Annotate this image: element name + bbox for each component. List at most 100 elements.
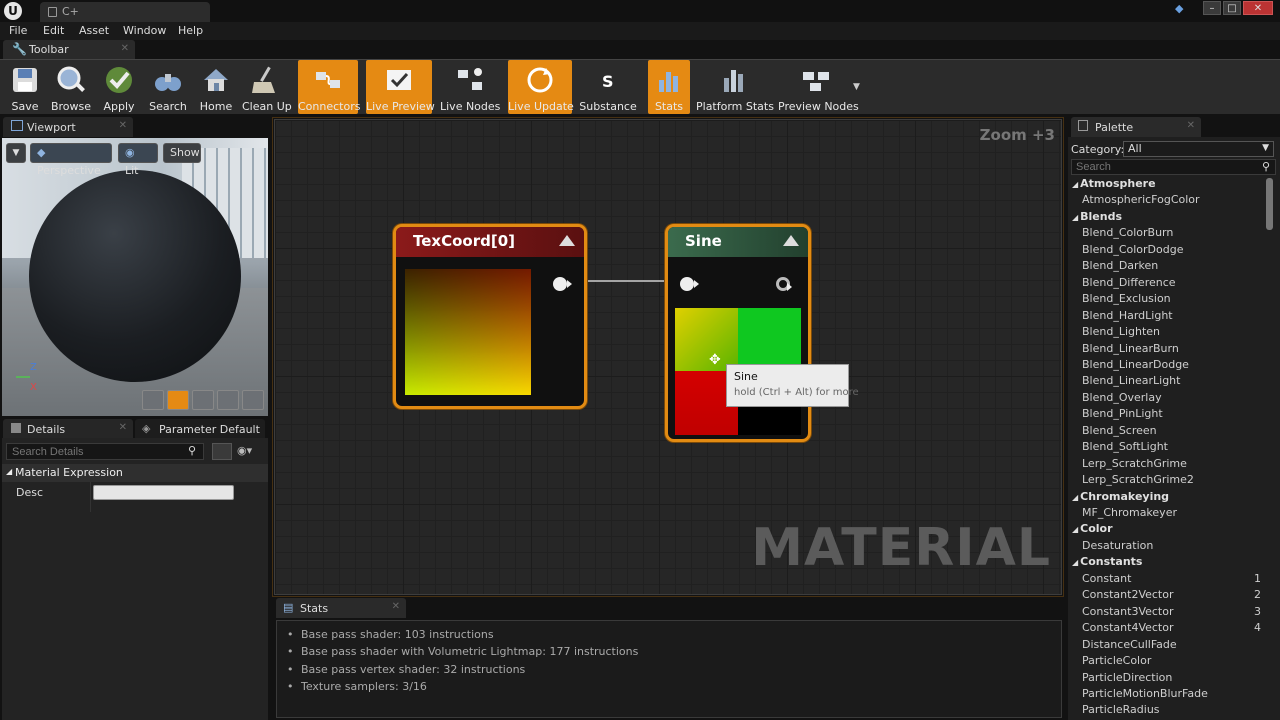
palette-item[interactable]: Lerp_ScratchGrime <box>1082 457 1262 470</box>
preview-mesh-icon[interactable] <box>242 390 264 410</box>
palette-item[interactable]: Blend_Difference <box>1082 276 1262 289</box>
document-tab[interactable]: C+ <box>40 2 210 22</box>
palette-item[interactable]: ParticleDirection <box>1082 671 1262 684</box>
clean-up-button[interactable]: Clean Up <box>242 60 292 114</box>
search-details-input[interactable] <box>6 443 204 460</box>
tab-close-icon[interactable]: ✕ <box>121 43 129 54</box>
sine-node[interactable]: Sine <box>665 224 811 442</box>
sine-input-pin[interactable] <box>680 277 699 291</box>
browse-button[interactable]: Browse <box>49 60 93 114</box>
live-preview-button[interactable]: Live Preview <box>366 60 435 114</box>
sine-output-pin[interactable] <box>776 277 792 291</box>
palette-tab[interactable]: Palette ✕ <box>1071 117 1201 137</box>
menu-help[interactable]: Help <box>178 24 203 37</box>
palette-category[interactable]: ◢ Blends <box>1072 210 1122 223</box>
palette-item[interactable]: Lerp_ScratchGrime2 <box>1082 473 1262 486</box>
palette-item[interactable]: Constant4Vector <box>1082 621 1262 634</box>
unreal-logo-icon[interactable]: U <box>4 2 22 20</box>
notification-icon[interactable]: ◆ <box>1175 2 1189 15</box>
palette-search-input[interactable] <box>1071 159 1276 175</box>
collapse-triangle-icon[interactable] <box>559 235 575 246</box>
palette-item[interactable]: Constant <box>1082 572 1262 585</box>
preview-sphere-icon[interactable] <box>167 390 189 410</box>
connectors-button[interactable]: Connectors <box>298 60 360 114</box>
desc-input[interactable] <box>93 485 234 500</box>
live-nodes-button[interactable]: Live Nodes <box>440 60 500 114</box>
palette-item[interactable]: Blend_ColorBurn <box>1082 226 1262 239</box>
menu-window[interactable]: Window <box>123 24 166 37</box>
menu-asset[interactable]: Asset <box>79 24 109 37</box>
texcoord-node-header[interactable]: TexCoord[0] <box>396 227 584 257</box>
stats-tab[interactable]: ▤ Stats ✕ <box>276 598 406 618</box>
palette-item[interactable]: Blend_SoftLight <box>1082 440 1262 453</box>
preview-cube-icon[interactable] <box>217 390 239 410</box>
palette-item[interactable]: Desaturation <box>1082 539 1262 552</box>
material-expression-section[interactable]: ◢ Material Expression <box>2 464 268 482</box>
sine-node-header[interactable]: Sine <box>668 227 808 257</box>
apply-button[interactable]: Apply <box>97 60 141 114</box>
stats-button[interactable]: Stats <box>648 60 690 114</box>
viewport-options-icon[interactable]: ▼ <box>6 143 26 163</box>
palette-category[interactable]: ◢ Color <box>1072 522 1113 535</box>
palette-category[interactable]: ◢ Constants <box>1072 555 1142 568</box>
texcoord-node[interactable]: TexCoord[0] <box>393 224 587 409</box>
details-tab[interactable]: Details ✕ <box>3 419 133 439</box>
palette-item[interactable]: Blend_Exclusion <box>1082 292 1262 305</box>
home-button[interactable]: Home <box>194 60 238 114</box>
palette-category[interactable]: ◢ Chromakeying <box>1072 490 1169 503</box>
tab-close-icon[interactable]: ✕ <box>119 120 127 131</box>
palette-item[interactable]: Blend_HardLight <box>1082 309 1262 322</box>
material-graph[interactable]: Zoom +3 MATERIAL TexCoord[0] Sine ✥ <box>274 119 1062 595</box>
menu-edit[interactable]: Edit <box>43 24 64 37</box>
palette-item[interactable]: ParticleMotionBlurFade <box>1082 687 1262 700</box>
palette-item[interactable]: ParticleColor <box>1082 654 1262 667</box>
menu-file[interactable]: File <box>9 24 27 37</box>
live-update-button[interactable]: Live Update <box>508 60 574 114</box>
texcoord-output-pin[interactable] <box>553 277 572 291</box>
category-select[interactable]: All ▼ <box>1123 141 1274 157</box>
palette-item[interactable]: Blend_Screen <box>1082 424 1262 437</box>
palette-item[interactable]: AtmosphericFogColor <box>1082 193 1262 206</box>
palette-item[interactable]: ParticleRadius <box>1082 703 1262 716</box>
palette-item[interactable]: Blend_Darken <box>1082 259 1262 272</box>
palette-item[interactable]: Blend_LinearLight <box>1082 374 1262 387</box>
palette-item[interactable]: Blend_Lighten <box>1082 325 1262 338</box>
palette-item[interactable]: Blend_LinearDodge <box>1082 358 1262 371</box>
palette-item[interactable]: Blend_PinLight <box>1082 407 1262 420</box>
palette-item[interactable]: Blend_Overlay <box>1082 391 1262 404</box>
palette-item[interactable]: Constant3Vector <box>1082 605 1262 618</box>
parameter-default-tab[interactable]: ◈ Parameter Default <box>135 419 265 439</box>
tab-close-icon[interactable]: ✕ <box>392 601 400 612</box>
platform-stats-button[interactable]: Platform Stats <box>696 60 774 114</box>
browse-icon <box>57 66 85 92</box>
palette-item[interactable]: Blend_ColorDodge <box>1082 243 1262 256</box>
eye-icon[interactable]: ◉▾ <box>237 444 252 457</box>
palette-scrollbar[interactable] <box>1266 178 1273 230</box>
maximize-icon[interactable]: □ <box>1223 1 1241 15</box>
lit-button[interactable]: ◉ Lit <box>118 143 158 177</box>
preview-plane-icon[interactable] <box>192 390 214 410</box>
preview-cylinder-icon[interactable] <box>142 390 164 410</box>
substance-button[interactable]: S Substance <box>578 60 638 114</box>
close-icon[interactable]: ✕ <box>1243 1 1273 15</box>
palette-item[interactable]: MF_Chromakeyer <box>1082 506 1262 519</box>
palette-category[interactable]: ◢ Atmosphere <box>1072 177 1156 190</box>
show-button[interactable]: Show <box>163 143 201 163</box>
save-button[interactable]: Save <box>3 60 47 114</box>
toolbar-tab[interactable]: 🔧 Toolbar ✕ <box>3 40 135 59</box>
tab-close-icon[interactable]: ✕ <box>119 422 127 433</box>
toolbar-overflow-icon[interactable]: ▼ <box>853 82 860 92</box>
perspective-button[interactable]: ◆ Perspective <box>30 143 112 177</box>
collapse-triangle-icon[interactable] <box>783 235 799 246</box>
palette-item[interactable]: Blend_LinearBurn <box>1082 342 1262 355</box>
tooltip: Sine hold (Ctrl + Alt) for more <box>726 364 859 407</box>
minimize-icon[interactable]: – <box>1203 1 1221 15</box>
viewport-tab[interactable]: Viewport ✕ <box>3 117 133 137</box>
tab-close-icon[interactable]: ✕ <box>1187 120 1195 131</box>
material-preview-viewport[interactable]: ▼ ◆ Perspective ◉ Lit Show Z X <box>2 138 268 416</box>
palette-item[interactable]: Constant2Vector <box>1082 588 1262 601</box>
palette-item[interactable]: DistanceCullFade <box>1082 638 1262 651</box>
search-button[interactable]: Search <box>146 60 190 114</box>
view-options-icon[interactable] <box>212 443 232 460</box>
preview-nodes-button[interactable]: Preview Nodes <box>778 60 859 114</box>
